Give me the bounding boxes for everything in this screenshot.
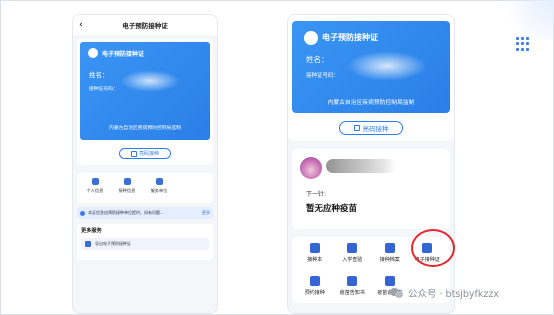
- right-card-section: 电子预防接种证 姓名： 接种证号码： 内蒙古自治区疾病预防控制局监制 亮码接种: [288, 15, 454, 141]
- service-unit-item[interactable]: 服务单位: [145, 178, 173, 203]
- left-card-section: 电子预防接种证 姓名： 接种证号码： 内蒙古自治区疾病预防控制局监制 亮码接种: [77, 39, 213, 165]
- left-qr-code-button[interactable]: 亮码接种: [119, 148, 171, 159]
- building-icon: [155, 178, 163, 185]
- left-header-title: 电子预防接种证: [122, 22, 168, 30]
- right-card-title: 电子预防接种证: [322, 33, 378, 42]
- service-unit-label: 服务单位: [150, 188, 168, 193]
- more-services-title: 更多服务: [81, 228, 102, 234]
- vaccination-info-label: 接种信息: [118, 188, 136, 193]
- left-card-issuer: 内蒙古自治区疾病预防控制局监制: [109, 126, 181, 131]
- vaccination-info-item[interactable]: 接种信息: [113, 178, 141, 203]
- document-icon: [347, 276, 358, 286]
- qr-code-icon: [353, 125, 360, 131]
- left-quick-icons: 个人信息 接种信息 服务单位: [77, 173, 213, 203]
- grid-item-vaccine-notice[interactable]: 疫苗告知书: [334, 276, 372, 303]
- grid-item-vaccination-book[interactable]: 接种本: [296, 243, 334, 270]
- highlight-circle: [411, 229, 455, 267]
- left-header: ‹ 电子预防接种证: [73, 15, 217, 35]
- person-icon: [91, 178, 99, 185]
- book-icon: [309, 243, 320, 253]
- syringe-icon: [123, 178, 131, 185]
- right-card-name-label: 姓名：: [306, 55, 329, 64]
- export-icon: [85, 241, 91, 247]
- background-glow: [494, 0, 554, 40]
- right-card-number-label: 接种证号码：: [306, 73, 340, 79]
- redacted-info: [120, 70, 180, 92]
- calendar-icon: [309, 276, 320, 286]
- grid-label: 入学查验: [342, 257, 363, 263]
- left-qr-button-label: 亮码接种: [138, 151, 159, 157]
- school-icon: [347, 243, 358, 253]
- person-info-item[interactable]: 个人信息: [81, 178, 109, 203]
- redacted-info: [347, 51, 427, 81]
- redacted-name: [326, 159, 396, 173]
- next-dose-label: 下一针:: [306, 191, 327, 198]
- avatar: [300, 157, 322, 179]
- info-icon: [80, 210, 85, 216]
- left-vaccination-card: 电子预防接种证 姓名： 接种证号码： 内蒙古自治区疾病预防控制局监制: [80, 42, 210, 140]
- cdc-logo-icon: [304, 31, 318, 45]
- right-qr-button-label: 亮码接种: [362, 125, 389, 133]
- right-phone-screen: 电子预防接种证 姓名： 接种证号码： 内蒙古自治区疾病预防控制局监制 亮码接种 …: [287, 14, 455, 314]
- grid-label: 预约接种: [304, 290, 325, 296]
- watermark: 公众号 · btsjbyfkzzx: [390, 286, 499, 300]
- qr-code-icon: [130, 150, 137, 157]
- next-dose-card: 下一针: 暂无应种疫苗: [292, 149, 450, 229]
- wechat-icon: [390, 287, 404, 299]
- left-card-title: 电子预防接种证: [102, 51, 145, 58]
- left-card-number-label: 接种证号码：: [89, 87, 118, 92]
- file-icon: [384, 243, 395, 253]
- grid-label: 接种本: [307, 257, 323, 263]
- grid-item-vaccination-record[interactable]: 接种档案: [371, 243, 409, 270]
- grid-item-appointment[interactable]: 预约接种: [296, 276, 334, 303]
- grid-item-school-check[interactable]: 入学查验: [334, 243, 372, 270]
- right-qr-code-button[interactable]: 亮码接种: [339, 121, 403, 135]
- more-services-section: 更多服务 导出电子预防接种证: [77, 224, 213, 260]
- notice-text: 本证信息由预防接种单位提供，如有问题...: [88, 210, 164, 215]
- grid-label: 疫苗告知书: [339, 290, 365, 296]
- left-card-name-label: 姓名：: [89, 71, 109, 79]
- cdc-logo-icon: [88, 48, 98, 58]
- grid-menu-icon[interactable]: [516, 37, 530, 51]
- chevron-left-icon[interactable]: ‹: [73, 20, 89, 30]
- right-vaccination-card: 电子预防接种证 姓名： 接种证号码： 内蒙古自治区疾病预防控制局监制: [292, 21, 450, 113]
- watermark-label: 公众号 · btsjbyfkzzx: [408, 289, 499, 300]
- notice-more-link[interactable]: 更多: [202, 210, 210, 216]
- person-info-label: 个人信息: [86, 188, 104, 193]
- export-card-label: 导出电子预防接种证: [95, 241, 131, 246]
- manual-icon: [384, 276, 395, 286]
- grid-label: 接种档案: [379, 257, 400, 263]
- right-card-issuer: 内蒙古自治区疾病预防控制局监制: [327, 100, 415, 106]
- left-phone-screen: ‹ 电子预防接种证 电子预防接种证 姓名： 接种证号码： 内蒙古自治区疾病预防控…: [72, 14, 218, 314]
- notice-bar[interactable]: 本证信息由预防接种单位提供，如有问题... 更多: [77, 207, 213, 219]
- next-vaccine-value: 暂无应种疫苗: [306, 204, 358, 214]
- export-card-item[interactable]: 导出电子预防接种证: [81, 238, 209, 250]
